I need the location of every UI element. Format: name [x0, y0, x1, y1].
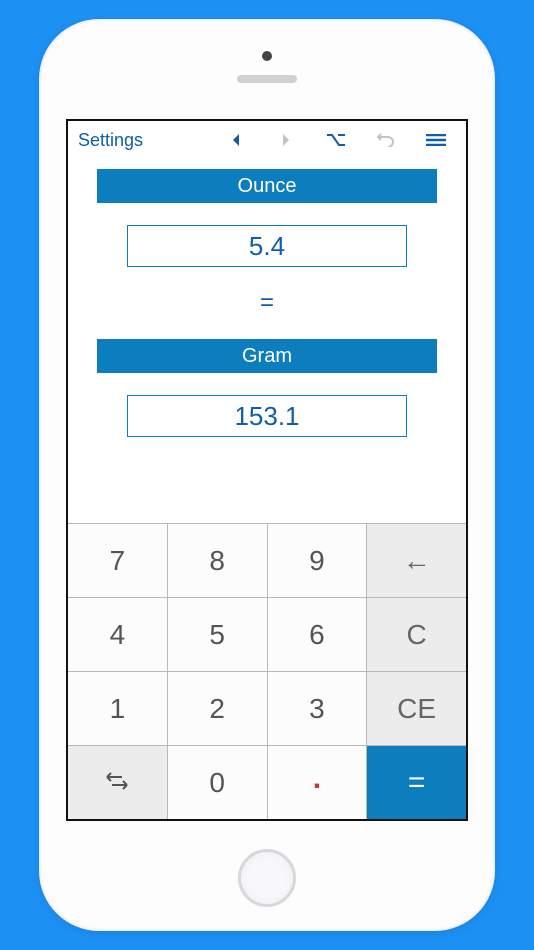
prev-arrow-icon[interactable] [212, 125, 260, 155]
target-unit-label[interactable]: Gram [97, 339, 437, 373]
clear-entry-key[interactable]: CE [367, 672, 466, 745]
home-button[interactable] [238, 849, 296, 907]
key-2[interactable]: 2 [168, 672, 267, 745]
key-1[interactable]: 1 [68, 672, 167, 745]
equals-sign: = [260, 289, 274, 317]
app-screen: Settings Ounce 5.4 = Gram 153.1 [66, 119, 468, 821]
swap-key[interactable] [68, 746, 167, 819]
key-0[interactable]: 0 [168, 746, 267, 819]
backspace-key[interactable]: ← [367, 524, 466, 597]
key-8[interactable]: 8 [168, 524, 267, 597]
key-6[interactable]: 6 [268, 598, 367, 671]
keypad: 7 8 9 ← 4 5 6 C 1 2 3 CE 0 . = [68, 523, 466, 819]
toolbar: Settings [68, 121, 466, 159]
equals-key[interactable]: = [367, 746, 466, 819]
swap-icon [104, 767, 130, 799]
key-9[interactable]: 9 [268, 524, 367, 597]
settings-button[interactable]: Settings [74, 126, 147, 155]
clear-key[interactable]: C [367, 598, 466, 671]
next-arrow-icon [262, 125, 310, 155]
phone-frame: Settings Ounce 5.4 = Gram 153.1 [39, 19, 495, 931]
source-unit-label[interactable]: Ounce [97, 169, 437, 203]
phone-speaker [237, 75, 297, 83]
source-value-field[interactable]: 5.4 [127, 225, 407, 267]
option-key-icon[interactable] [312, 125, 360, 155]
conversion-display: Ounce 5.4 = Gram 153.1 [68, 159, 466, 523]
key-4[interactable]: 4 [68, 598, 167, 671]
menu-icon[interactable] [412, 125, 460, 155]
phone-camera [262, 51, 272, 61]
key-5[interactable]: 5 [168, 598, 267, 671]
undo-icon [362, 125, 410, 155]
target-value-field[interactable]: 153.1 [127, 395, 407, 437]
key-3[interactable]: 3 [268, 672, 367, 745]
key-7[interactable]: 7 [68, 524, 167, 597]
decimal-key[interactable]: . [268, 746, 367, 819]
